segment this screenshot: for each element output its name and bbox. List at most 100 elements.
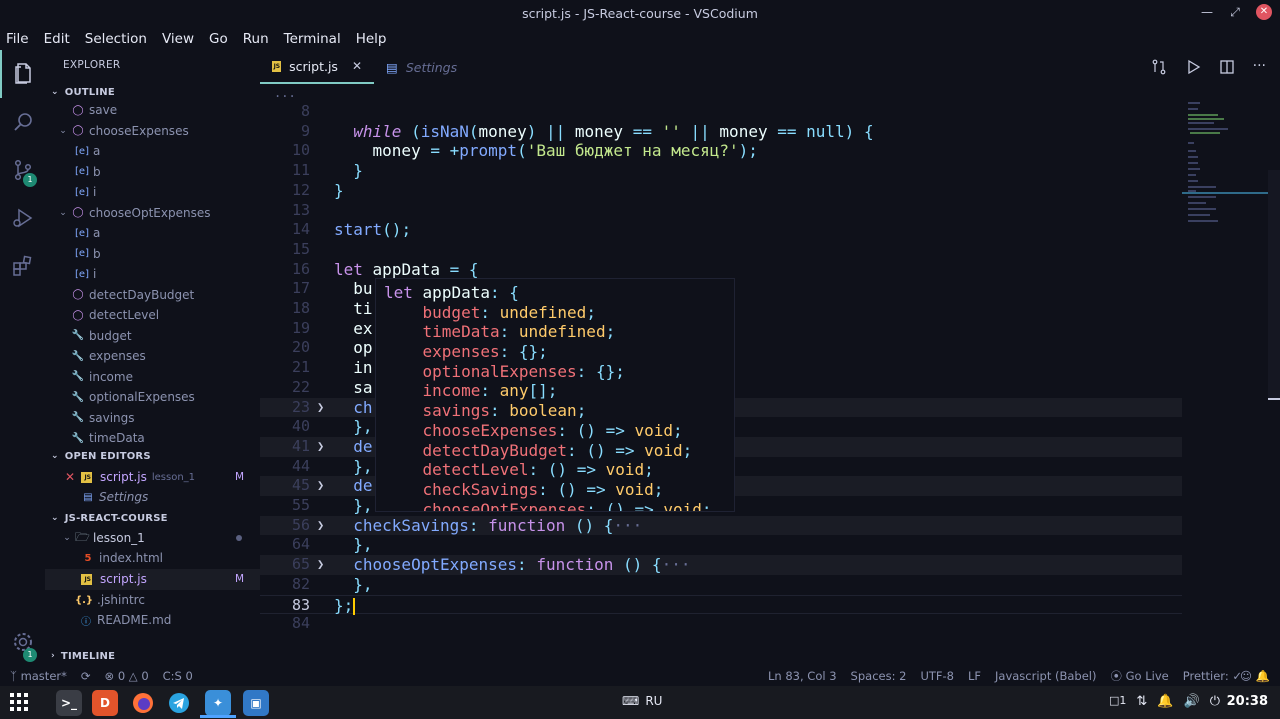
status-extra[interactable]: C:S 0 — [163, 669, 193, 683]
timeline-section-header[interactable]: › TIMELINE — [45, 646, 260, 666]
cursor-position[interactable]: Ln 83, Col 3 — [768, 669, 837, 683]
fold-chevron-icon[interactable]: ❯ — [317, 555, 324, 575]
outline-item[interactable]: [e] i — [45, 182, 260, 203]
outline-item[interactable]: ◯ detectLevel — [45, 305, 260, 326]
code-line[interactable]: 14 start(); — [260, 220, 1182, 240]
go-live-button[interactable]: ⦿ Go Live — [1110, 668, 1168, 684]
end-of-line[interactable]: LF — [968, 669, 981, 683]
file-index-html[interactable]: 5 index.html — [45, 548, 260, 569]
outline-item[interactable]: 🔧 income — [45, 367, 260, 388]
power-icon[interactable]: ⏻ — [1210, 694, 1220, 709]
branch-indicator[interactable]: ᛉ master* — [10, 669, 67, 683]
volume-icon[interactable]: 🔊 — [1184, 694, 1200, 709]
close-window-icon[interactable]: ✕ — [1256, 4, 1272, 20]
notifications-icon[interactable]: 🔔 — [1256, 669, 1270, 683]
code-line[interactable]: 65 ❯ chooseOptExpenses: function () {··· — [260, 555, 1182, 575]
menu-go[interactable]: Go — [209, 31, 228, 47]
outline-item[interactable]: [e] i — [45, 264, 260, 285]
network-icon[interactable]: ⇅ — [1136, 694, 1147, 709]
terminal-app-icon[interactable]: >_ — [56, 690, 82, 716]
fold-chevron-icon[interactable]: ❯ — [317, 476, 324, 496]
code-line[interactable]: 16 let appData = { — [260, 260, 1182, 280]
menu-selection[interactable]: Selection — [85, 31, 147, 47]
tab-settings[interactable]: ▤ Settings — [374, 50, 484, 84]
telegram-app-icon[interactable] — [166, 690, 192, 716]
outline-item[interactable]: 🔧 budget — [45, 326, 260, 347]
folder-lesson-1[interactable]: ⌄ 🗁 lesson_1 — [45, 528, 260, 549]
code-line[interactable]: 83}; — [260, 594, 1182, 615]
menu-help[interactable]: Help — [356, 31, 387, 47]
menu-view[interactable]: View — [162, 31, 194, 47]
run-file-icon[interactable] — [1185, 59, 1201, 75]
vscodium-app-icon[interactable]: ✦ — [205, 690, 231, 716]
workspace-indicator[interactable]: □1 — [1109, 694, 1126, 709]
outline-item[interactable]: 🔧 savings — [45, 408, 260, 429]
code-line[interactable]: 56 ❯ checkSavings: function () {··· — [260, 515, 1182, 536]
settings-gear-icon[interactable]: 1 — [0, 618, 45, 666]
code-line[interactable]: 13 — [260, 201, 1182, 221]
code-line[interactable]: 11 } — [260, 161, 1182, 181]
prettier-status[interactable]: Prettier: ✓ — [1183, 669, 1242, 683]
code-line[interactable]: 82 }, — [260, 575, 1182, 595]
outline-item[interactable]: 🔧 expenses — [45, 346, 260, 367]
run-debug-icon[interactable] — [0, 194, 45, 242]
maximize-icon[interactable]: ⤢ — [1228, 5, 1242, 20]
menu-file[interactable]: File — [6, 31, 29, 47]
code-line[interactable]: 10 money = +prompt('Ваш бюджет на месяц?… — [260, 141, 1182, 161]
extensions-icon[interactable] — [0, 242, 45, 290]
sync-icon[interactable]: ⟳ — [81, 669, 91, 683]
outline-item[interactable]: ⌄ ◯ chooseOptExpenses — [45, 203, 260, 224]
outline-item[interactable]: 🔧 optionalExpenses — [45, 387, 260, 408]
split-editor-icon[interactable] — [1219, 59, 1235, 75]
more-actions-icon[interactable]: ··· — [1253, 59, 1266, 75]
code-line[interactable]: 12} — [260, 181, 1182, 201]
chevron-down-icon[interactable]: ⌄ — [57, 208, 69, 218]
screenshot-app-icon[interactable]: ▣ — [243, 690, 269, 716]
open-changes-icon[interactable] — [1151, 59, 1167, 75]
explorer-icon[interactable] — [0, 50, 45, 98]
firefox-app-icon[interactable] — [130, 690, 156, 716]
file-jshintrc[interactable]: {.} .jshintrc — [45, 590, 260, 611]
code-line[interactable]: 84 — [260, 614, 1182, 634]
code-line[interactable]: 9 while (isNaN(money) || money == '' || … — [260, 122, 1182, 142]
outline-item[interactable]: [e] a — [45, 141, 260, 162]
chevron-down-icon[interactable]: ⌄ — [57, 126, 69, 136]
tab-script-js[interactable]: JS script.js ✕ — [260, 50, 374, 84]
language-mode[interactable]: Javascript (Babel) — [995, 669, 1096, 683]
open-editors-section-header[interactable]: ⌄ OPEN EDITORS — [45, 446, 260, 466]
file-readme-md[interactable]: ⓘ README.md — [45, 610, 260, 631]
close-tab-icon[interactable]: ✕ — [352, 59, 362, 73]
app-launcher-icon[interactable] — [10, 693, 28, 715]
outline-item[interactable]: ◯ save — [45, 100, 260, 121]
minimize-icon[interactable]: — — [1200, 5, 1214, 19]
source-control-icon[interactable]: 1 — [0, 146, 45, 194]
notification-bell-icon[interactable]: 🔔 — [1157, 694, 1173, 709]
outline-item[interactable]: [e] b — [45, 162, 260, 183]
close-icon[interactable]: ✕ — [63, 470, 77, 484]
open-editor-settings[interactable]: ▤ Settings — [45, 487, 260, 508]
menu-terminal[interactable]: Terminal — [284, 31, 341, 47]
code-line[interactable]: 15 — [260, 240, 1182, 260]
fold-chevron-icon[interactable]: ❯ — [317, 516, 324, 536]
outline-item[interactable]: [e] a — [45, 223, 260, 244]
keyboard-layout[interactable]: ⌨ RU — [622, 694, 662, 708]
search-icon[interactable] — [0, 98, 45, 146]
account-icon[interactable]: ☺ — [1240, 669, 1252, 683]
menu-run[interactable]: Run — [243, 31, 269, 47]
indentation[interactable]: Spaces: 2 — [851, 669, 907, 683]
fold-chevron-icon[interactable]: ❯ — [317, 437, 324, 457]
outline-item[interactable]: ⌄ ◯ chooseExpenses — [45, 121, 260, 142]
minimap[interactable] — [1182, 84, 1270, 666]
menu-edit[interactable]: Edit — [44, 31, 70, 47]
clock[interactable]: 20:38 — [1227, 694, 1268, 709]
devtools-app-icon[interactable]: D — [92, 690, 118, 716]
problems-indicator[interactable]: ⊗ 0 △ 0 — [105, 669, 149, 683]
outline-item[interactable]: ◯ detectDayBudget — [45, 285, 260, 306]
open-editor-script-js[interactable]: ✕ JS script.js lesson_1 M — [45, 467, 260, 488]
outline-section-header[interactable]: ⌄ OUTLINE — [45, 82, 260, 102]
vertical-scrollbar[interactable] — [1268, 170, 1280, 400]
code-line[interactable]: 64 }, — [260, 535, 1182, 555]
project-section-header[interactable]: ⌄ JS-REACT-COURSE — [45, 508, 260, 528]
file-script-js[interactable]: JS script.js M — [45, 569, 260, 590]
outline-item[interactable]: [e] b — [45, 244, 260, 265]
